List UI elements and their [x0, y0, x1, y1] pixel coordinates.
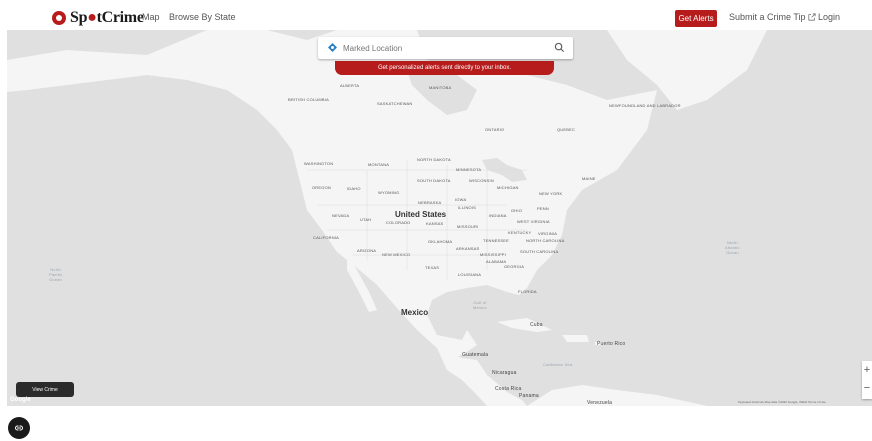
label-arkansas: ARKANSAS	[456, 246, 480, 251]
label-montana: MONTANA	[368, 162, 390, 167]
label-iowa: IOWA	[455, 197, 467, 202]
top-navbar: Sp●tCrime Map Browse By State Get Alerts…	[0, 0, 872, 33]
label-venezuela: Venezuela	[587, 400, 613, 406]
label-british-columbia: BRITISH COLUMBIA	[288, 97, 329, 102]
spotcrime-logo[interactable]: Sp●tCrime	[52, 9, 144, 27]
submit-crime-tip-label: Submit a Crime Tip	[729, 12, 806, 22]
location-pin-icon	[328, 43, 337, 52]
label-quebec: QUEBEC	[557, 127, 576, 132]
google-logo: Google	[10, 397, 31, 403]
south-america-land	[527, 385, 707, 406]
alerts-promo-banner[interactable]: Get personalized alerts sent directly to…	[335, 61, 554, 75]
label-saskatchewan: SASKATCHEWAN	[377, 101, 413, 106]
label-alberta: ALBERTA	[340, 83, 360, 88]
label-utah: UTAH	[360, 217, 372, 222]
search-icon[interactable]	[554, 42, 565, 53]
label-mississippi: MISSISSIPPI	[480, 252, 506, 257]
label-arizona: ARIZONA	[357, 248, 377, 253]
label-nevada: NEVADA	[332, 213, 350, 218]
hispaniola-land	[562, 335, 589, 342]
label-caribbean: Caribbean Sea	[543, 362, 573, 367]
label-louisiana: LOUISIANA	[458, 272, 482, 277]
label-gulf-of-mexico: Gulf of Mexico	[473, 300, 487, 310]
label-costa-rica: Costa Rica	[495, 386, 522, 392]
label-oklahoma: OKLAHOMA	[428, 239, 453, 244]
label-guatemala: Guatemala	[462, 352, 489, 358]
label-newfoundland: NEWFOUNDLAND AND LABRADOR	[609, 103, 681, 108]
label-ohio: OHIO	[511, 208, 523, 213]
nav-map-link[interactable]: Map	[142, 12, 160, 22]
label-minnesota: MINNESOTA	[456, 167, 482, 172]
label-idaho: IDAHO	[347, 186, 361, 191]
label-california: CALIFORNIA	[313, 235, 340, 240]
label-virginia: VIRGINIA	[538, 231, 558, 236]
label-penn: PENN	[537, 206, 549, 211]
cuba-land	[497, 318, 552, 332]
label-manitoba: MANITOBA	[429, 85, 452, 90]
label-tennessee: TENNESSEE	[483, 238, 510, 243]
zoom-control: + −	[862, 361, 872, 399]
map-attribution[interactable]: Keyboard shortcuts Map data ©2022 Google…	[738, 400, 826, 404]
label-texas: TEXAS	[425, 265, 440, 270]
label-maine: MAINE	[582, 176, 596, 181]
label-michigan: MICHIGAN	[497, 185, 519, 190]
logo-text: Sp●tCrime	[70, 9, 144, 26]
label-mexico: Mexico	[401, 308, 429, 317]
crime-map[interactable]: United States Mexico Cuba Guatemala Nica…	[7, 30, 872, 406]
label-new-york: NEW YORK	[539, 191, 563, 196]
label-north-dakota: NORTH DAKOTA	[417, 157, 451, 162]
label-north-atlantic: North Atlantic Ocean	[725, 240, 740, 255]
label-wisconsin: WISCONSIN	[469, 178, 494, 183]
label-north-pacific: North Pacific Ocean	[49, 267, 63, 282]
login-link[interactable]: Login	[818, 12, 840, 22]
label-wyoming: WYOMING	[378, 190, 400, 195]
label-nicaragua: Nicaragua	[492, 370, 517, 376]
chat-icon[interactable]	[8, 417, 30, 439]
zoom-in-button[interactable]: +	[862, 361, 872, 379]
logo-icon	[52, 11, 66, 25]
label-kentucky: KENTUCKY	[508, 230, 532, 235]
label-missouri: MISSOURI	[457, 224, 479, 229]
label-ontario: ONTARIO	[485, 127, 505, 132]
label-oregon: OREGON	[312, 185, 331, 190]
label-illinois: ILLINOIS	[458, 205, 477, 210]
label-georgia: GEORGIA	[504, 264, 525, 269]
label-cuba: Cuba	[530, 322, 543, 328]
link-glyph-icon	[15, 425, 23, 431]
search-input[interactable]: Marked Location	[343, 44, 402, 53]
label-south-carolina: SOUTH CAROLINA	[520, 249, 559, 254]
label-united-states: United States	[395, 210, 447, 219]
submit-crime-tip-link[interactable]: Submit a Crime Tip	[729, 12, 816, 22]
label-nebraska: NEBRASKA	[418, 200, 442, 205]
external-link-icon	[808, 13, 816, 21]
label-north-carolina: NORTH CAROLINA	[526, 238, 565, 243]
zoom-out-button[interactable]: −	[862, 379, 872, 397]
label-west-virginia: WEST VIRGINIA	[517, 219, 550, 224]
label-washington: WASHINGTON	[304, 161, 334, 166]
label-kansas: KANSAS	[426, 221, 444, 226]
label-colorado: COLORADO	[386, 220, 411, 225]
label-indiana: INDIANA	[489, 213, 507, 218]
location-search-box[interactable]: Marked Location	[318, 37, 573, 59]
view-crime-button[interactable]: View Crime	[16, 382, 74, 397]
nav-browse-by-state-link[interactable]: Browse By State	[169, 12, 236, 22]
label-puerto-rico: Puerto Rico	[597, 341, 626, 347]
label-florida: FLORIDA	[518, 289, 537, 294]
label-panama: Panama	[519, 393, 539, 399]
label-new-mexico: NEW MEXICO	[382, 252, 411, 257]
label-south-dakota: SOUTH DAKOTA	[417, 178, 451, 183]
get-alerts-button[interactable]: Get Alerts	[675, 10, 717, 27]
